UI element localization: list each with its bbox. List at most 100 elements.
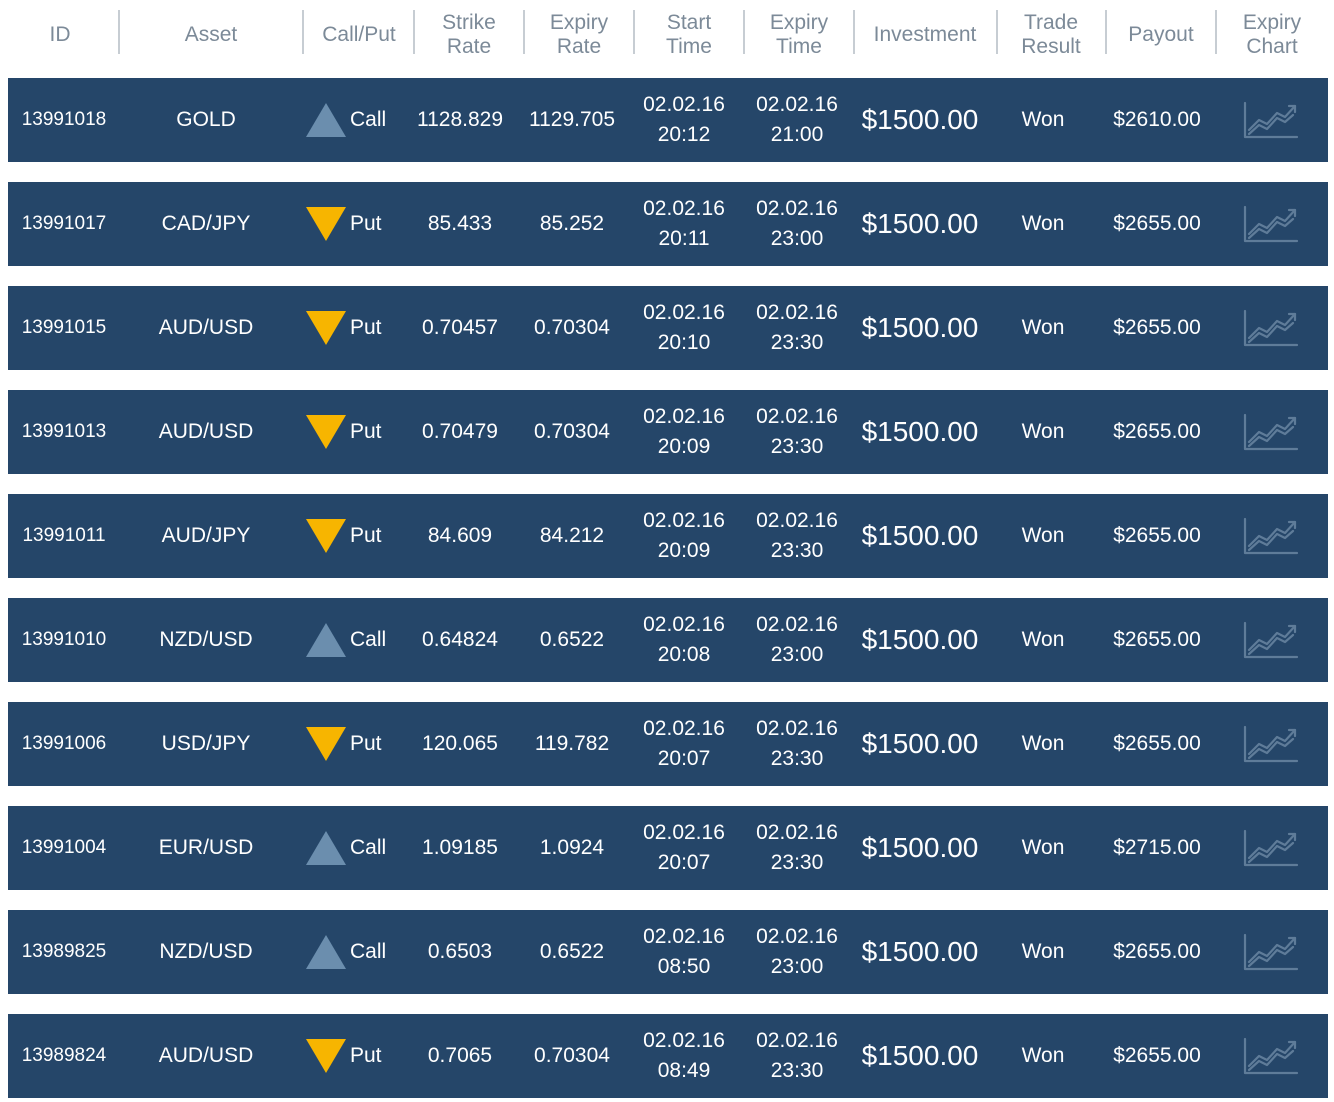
table-row[interactable]: 13989824 AUD/USD Put 0.7065 0.70304 02.0… <box>8 1014 1328 1098</box>
direction-label: Call <box>350 628 387 651</box>
start-time: 02.02.16 20:09 <box>628 390 740 474</box>
start-date: 02.02.16 <box>643 197 725 220</box>
trade-id: 13991017 <box>21 213 107 234</box>
table-row[interactable]: 13991018 GOLD Call 1128.829 1129.705 02.… <box>8 78 1328 162</box>
expiry-chart-button[interactable] <box>1233 806 1308 890</box>
table-row[interactable]: 13991015 AUD/USD Put 0.70457 0.70304 02.… <box>8 286 1328 370</box>
start-clock: 20:10 <box>657 331 711 354</box>
strike-rate: 84.609 <box>427 524 493 547</box>
expiry-chart-button[interactable] <box>1233 78 1308 162</box>
direction-cell: Put <box>306 286 396 370</box>
trade-result: Won <box>1021 836 1065 859</box>
line-chart-icon <box>1243 101 1298 139</box>
start-date: 02.02.16 <box>643 1029 725 1052</box>
table-row[interactable]: 13989825 NZD/USD Call 0.6503 0.6522 02.0… <box>8 910 1328 994</box>
strike-rate: 0.64824 <box>422 628 498 651</box>
strike-rate: 0.70457 <box>422 316 498 339</box>
header-expiry-rate[interactable]: Expiry Rate <box>525 0 633 70</box>
expiry-chart-button[interactable] <box>1233 286 1308 370</box>
start-time: 02.02.16 08:50 <box>628 910 740 994</box>
expiry-clock: 23:00 <box>770 955 824 978</box>
payout-amount: $2655.00 <box>1113 420 1201 443</box>
start-date: 02.02.16 <box>643 509 725 532</box>
expiry-time: 02.02.16 23:30 <box>741 1014 853 1098</box>
expiry-chart-button[interactable] <box>1233 910 1308 994</box>
header-expiry-chart[interactable]: Expiry Chart <box>1217 0 1327 70</box>
expiry-time: 02.02.16 23:30 <box>741 286 853 370</box>
trade-result: Won <box>1021 316 1065 339</box>
table-row[interactable]: 13991017 CAD/JPY Put 85.433 85.252 02.02… <box>8 182 1328 266</box>
trade-id: 13989824 <box>21 1045 107 1066</box>
header-asset[interactable]: Asset <box>120 0 302 70</box>
investment-amount: $1500.00 <box>861 520 979 551</box>
expiry-rate: 85.252 <box>539 212 605 235</box>
table-row[interactable]: 13991013 AUD/USD Put 0.70479 0.70304 02.… <box>8 390 1328 474</box>
table-row[interactable]: 13991006 USD/JPY Put 120.065 119.782 02.… <box>8 702 1328 786</box>
expiry-rate: 0.70304 <box>534 316 610 339</box>
expiry-rate: 0.6522 <box>539 628 605 651</box>
direction-icon <box>306 727 346 761</box>
expiry-chart-button[interactable] <box>1233 182 1308 266</box>
payout-amount: $2610.00 <box>1113 108 1201 131</box>
strike-rate: 0.6503 <box>427 940 493 963</box>
start-time: 02.02.16 20:10 <box>628 286 740 370</box>
expiry-chart-button[interactable] <box>1233 598 1308 682</box>
strike-rate: 0.7065 <box>427 1044 493 1067</box>
investment-amount: $1500.00 <box>861 624 979 655</box>
expiry-rate: 0.70304 <box>534 420 610 443</box>
expiry-chart-button[interactable] <box>1233 1014 1308 1098</box>
header-payout[interactable]: Payout <box>1107 0 1215 70</box>
header-id[interactable]: ID <box>0 0 120 70</box>
strike-rate: 1.09185 <box>422 836 498 859</box>
asset-name: AUD/USD <box>158 1044 254 1067</box>
table-row[interactable]: 13991004 EUR/USD Call 1.09185 1.0924 02.… <box>8 806 1328 890</box>
asset-name: AUD/USD <box>158 316 254 339</box>
payout-amount: $2655.00 <box>1113 212 1201 235</box>
trade-id: 13991010 <box>21 629 107 650</box>
trade-result: Won <box>1021 732 1065 755</box>
direction-cell: Put <box>306 390 396 474</box>
direction-label: Put <box>350 1044 382 1067</box>
payout-amount: $2655.00 <box>1113 1044 1201 1067</box>
investment-amount: $1500.00 <box>861 312 979 343</box>
expiry-rate: 119.782 <box>534 732 610 755</box>
trade-result: Won <box>1021 940 1065 963</box>
asset-name: USD/JPY <box>161 732 251 755</box>
expiry-clock: 23:00 <box>770 227 824 250</box>
strike-rate: 0.70479 <box>422 420 498 443</box>
trade-id: 13991018 <box>21 109 107 130</box>
expiry-clock: 21:00 <box>770 123 824 146</box>
expiry-chart-button[interactable] <box>1233 702 1308 786</box>
header-call-put[interactable]: Call/Put <box>304 0 414 70</box>
header-trade-result[interactable]: Trade Result <box>998 0 1104 70</box>
strike-rate: 85.433 <box>427 212 493 235</box>
trade-result: Won <box>1021 420 1065 443</box>
start-date: 02.02.16 <box>643 925 725 948</box>
expiry-date: 02.02.16 <box>756 405 838 428</box>
asset-name: NZD/USD <box>159 940 253 963</box>
start-time: 02.02.16 20:09 <box>628 494 740 578</box>
direction-cell: Put <box>306 494 396 578</box>
table-row[interactable]: 13991011 AUD/JPY Put 84.609 84.212 02.02… <box>8 494 1328 578</box>
asset-name: AUD/USD <box>158 420 254 443</box>
line-chart-icon <box>1243 309 1298 347</box>
trade-id: 13991015 <box>21 317 107 338</box>
direction-cell: Put <box>306 702 396 786</box>
asset-name: NZD/USD <box>159 628 253 651</box>
start-clock: 20:08 <box>657 643 711 666</box>
table-row[interactable]: 13991010 NZD/USD Call 0.64824 0.6522 02.… <box>8 598 1328 682</box>
header-investment[interactable]: Investment <box>855 0 995 70</box>
header-start-time[interactable]: Start Time <box>635 0 743 70</box>
expiry-chart-button[interactable] <box>1233 494 1308 578</box>
expiry-chart-button[interactable] <box>1233 390 1308 474</box>
trade-result: Won <box>1021 108 1065 131</box>
start-date: 02.02.16 <box>643 613 725 636</box>
start-clock: 20:07 <box>657 747 711 770</box>
investment-amount: $1500.00 <box>861 936 979 967</box>
header-expiry-time[interactable]: Expiry Time <box>745 0 853 70</box>
line-chart-icon <box>1243 1037 1298 1075</box>
start-time: 02.02.16 20:08 <box>628 598 740 682</box>
trade-id: 13991011 <box>22 525 106 546</box>
start-date: 02.02.16 <box>643 93 725 116</box>
header-strike-rate[interactable]: Strike Rate <box>415 0 523 70</box>
